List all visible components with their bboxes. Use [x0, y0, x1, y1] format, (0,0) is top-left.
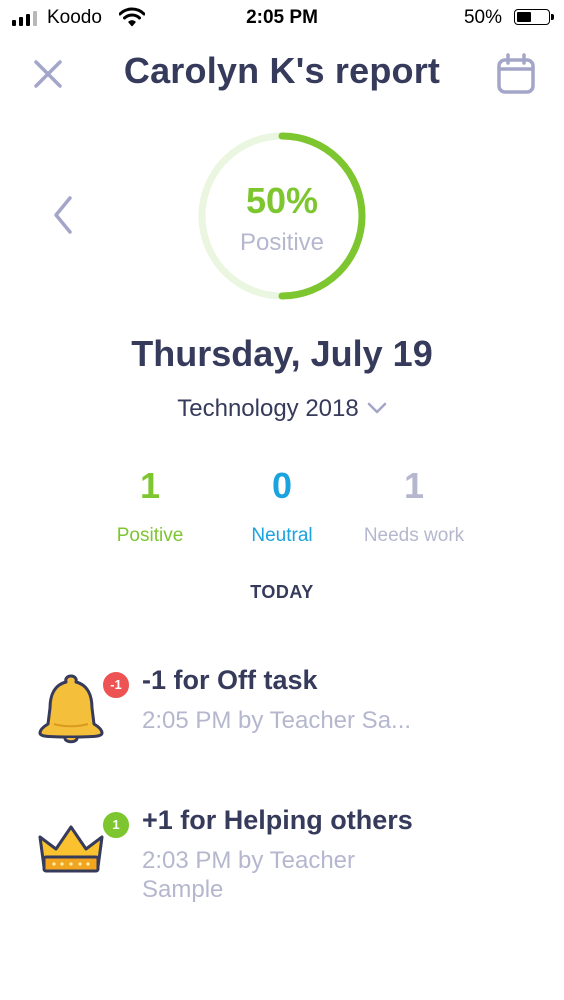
status-bar: Koodo 2:05 PM 50% — [0, 0, 564, 36]
class-selector[interactable]: Technology 2018 — [0, 395, 564, 423]
event-meta: 2:03 PM by Teacher Sample — [142, 847, 356, 903]
calendar-icon[interactable] — [496, 53, 536, 95]
page-title: Carolyn K's report — [123, 50, 441, 91]
battery-icon — [514, 9, 554, 25]
positive-percent: 50% — [245, 180, 319, 221]
event-meta: 2:05 PM by Teacher Sa... — [142, 707, 412, 734]
event-title: +1 for Helping others — [142, 805, 413, 835]
report-date: Thursday, July 19 — [131, 333, 433, 374]
stat-needs-work: 1 Needs work — [334, 465, 494, 547]
previous-day-chevron-icon[interactable] — [48, 192, 78, 238]
event-points-badge: 1 — [101, 810, 131, 840]
stat-needs-work-label: Needs work — [363, 525, 465, 546]
bell-icon — [37, 673, 105, 744]
battery-percent: 50% — [463, 7, 502, 28]
stat-needs-work-count: 1 — [403, 465, 425, 506]
event-title: -1 for Off task — [142, 665, 318, 695]
crown-icon — [36, 823, 106, 873]
positive-percent-label: Positive — [239, 229, 325, 256]
event-points-badge: -1 — [101, 670, 131, 700]
chevron-down-icon — [367, 402, 386, 413]
class-selector-label: Technology 2018 — [177, 395, 359, 422]
section-label-today: TODAY — [250, 582, 314, 602]
